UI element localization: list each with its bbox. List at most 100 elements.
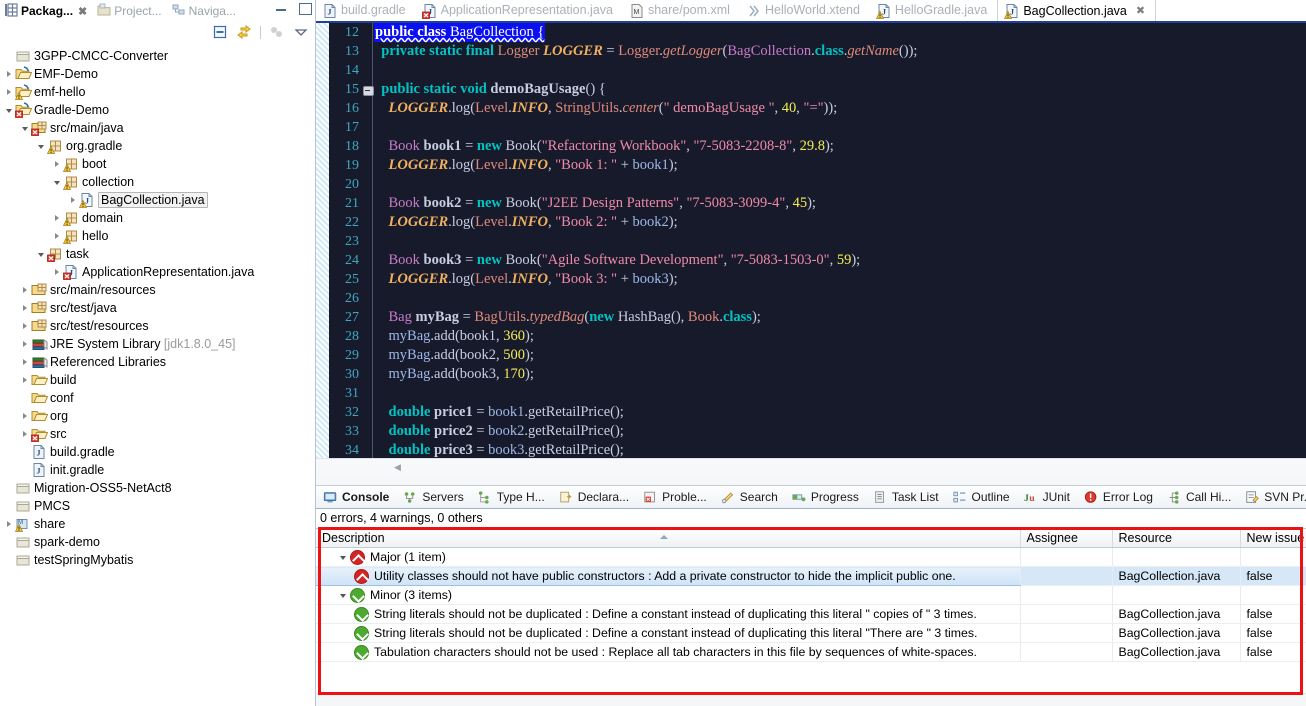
code-line[interactable] [374,289,1306,308]
tree-item[interactable]: build [0,371,315,389]
code-line[interactable]: myBag.add(book1, 360); [374,327,1306,346]
expand-arrow-closed-icon[interactable] [2,83,15,101]
tree-item[interactable]: hello [0,227,315,245]
table-row[interactable]: Utility classes should not have public c… [316,566,1306,586]
issues-table[interactable]: Description Assignee Resource New issue Maj… [316,528,1306,662]
code-editor[interactable]: 12 13 14 15 16 17 18 19 20 21 22 23 24 25 26 27 28 29 30 31… [316,23,1306,475]
tree-item[interactable]: testSpringMybatis [0,551,315,569]
tree-item[interactable]: J ApplicationRepresentation.java [0,263,315,281]
expand-arrow-closed-icon[interactable] [18,335,31,353]
code-line[interactable]: public class BagCollection { [374,23,1306,42]
expand-arrow-closed-icon[interactable] [2,515,15,533]
code-line[interactable] [374,175,1306,194]
tree-item[interactable]: src/test/java [0,299,315,317]
expand-arrow-closed-icon[interactable] [50,263,63,281]
editor-tab[interactable]: Mshare/pom.xml [623,0,740,21]
code-line[interactable] [374,61,1306,80]
tree-item[interactable]: conf [0,389,315,407]
tree-item[interactable]: EMF-Demo [0,65,315,83]
view-menu-icon[interactable] [293,24,309,40]
tree-item[interactable]: Mshare [0,515,315,533]
expand-arrow-open-icon[interactable] [18,119,31,137]
expand-arrow-closed-icon[interactable] [18,317,31,335]
editor-tab[interactable]: Jbuild.gradle [316,0,416,21]
issues-column-header[interactable]: Resource [1112,528,1241,548]
tree-item[interactable]: 3GPP-CMCC-Converter [0,47,315,65]
fold-toggle-icon[interactable] [363,80,374,99]
tree-item[interactable]: Jinit.gradle [0,461,315,479]
bottom-view-tab[interactable]: SVN Pr... [1238,486,1306,508]
expand-arrow-closed-icon[interactable] [18,425,31,443]
editor-folding-column[interactable] [363,23,374,475]
issues-table-body[interactable]: Major (1 item) Utility classes should not… [316,547,1306,662]
expand-arrow-closed-icon[interactable] [18,353,31,371]
code-line[interactable] [374,384,1306,403]
close-icon[interactable]: ✖ [1136,4,1145,17]
bottom-view-tab[interactable]: Search [714,486,785,508]
table-row[interactable]: String literals should not be duplicated… [316,604,1306,624]
issue-description-cell[interactable]: Major (1 item) [316,547,1021,567]
code-line[interactable]: LOGGER.log(Level.INFO, StringUtils.cente… [374,99,1306,118]
close-icon[interactable]: ✖ [78,5,87,18]
view-tab-navigator[interactable]: Naviga... [168,1,242,21]
expand-arrow-closed-icon[interactable] [50,155,63,173]
bottom-view-tab[interactable]: Ju JUnit [1017,486,1077,508]
code-line[interactable]: myBag.add(book3, 170); [374,365,1306,384]
issue-description-cell[interactable]: String literals should not be duplicated… [316,623,1021,643]
issue-description-cell[interactable]: Utility classes should not have public c… [316,566,1021,586]
tree-item[interactable]: Referenced Libraries [0,353,315,371]
tree-item[interactable]: boot [0,155,315,173]
bottom-view-tab[interactable]: Console [316,486,396,508]
tree-item[interactable]: Gradle-Demo [0,101,315,119]
expand-arrow-closed-icon[interactable] [18,407,31,425]
link-with-editor-icon[interactable] [236,24,252,40]
code-line[interactable] [374,232,1306,251]
issue-description-cell[interactable]: String literals should not be duplicated… [316,604,1021,624]
code-line[interactable]: myBag.add(book2, 500); [374,346,1306,365]
issues-group-row[interactable]: Minor (3 items) [316,585,1306,605]
expand-arrow-open-icon[interactable] [50,173,63,191]
expand-arrow-open-icon[interactable] [2,101,15,119]
code-line[interactable]: Book book3 = new Book("Agile Software De… [374,251,1306,270]
tree-item[interactable]: collection [0,173,315,191]
issues-group-row[interactable]: Major (1 item) [316,547,1306,567]
expand-arrow-closed-icon[interactable] [18,371,31,389]
table-row[interactable]: Tabulation characters should not be used… [316,642,1306,662]
editor-tab[interactable]: J ApplicationRepresentation.java [416,0,623,21]
expand-arrow-closed-icon[interactable] [18,299,31,317]
code-line[interactable]: LOGGER.log(Level.INFO, "Book 3: " + book… [374,270,1306,289]
issues-column-header[interactable]: New issue [1240,528,1306,548]
bottom-view-tab[interactable]: Servers [396,486,470,508]
tree-item[interactable]: org [0,407,315,425]
tree-item[interactable]: task [0,245,315,263]
scroll-left-arrow[interactable]: ◀ [394,462,404,473]
tree-item[interactable]: src/test/resources [0,317,315,335]
maximize-button[interactable] [298,2,312,15]
issues-horizontal-scrollbar[interactable] [316,693,1306,706]
expand-arrow-closed-icon[interactable] [66,191,79,209]
tree-item[interactable]: JRE System Library [jdk1.8.0_45] [0,335,315,353]
tree-item[interactable]: emf-hello [0,83,315,101]
editor-horizontal-scrollbar[interactable]: ◀ [316,458,1306,475]
issue-description-cell[interactable]: Tabulation characters should not be used… [316,642,1021,662]
minimize-button[interactable] [275,2,288,14]
code-line[interactable]: LOGGER.log(Level.INFO, "Book 1: " + book… [374,156,1306,175]
editor-tab[interactable]: HelloWorld.xtend [740,0,870,21]
code-line[interactable]: Book book2 = new Book("J2EE Design Patte… [374,194,1306,213]
tree-item[interactable]: src/main/java [0,119,315,137]
expand-arrow-closed-icon[interactable] [2,65,15,83]
editor-tab[interactable]: J BagCollection.java ✖ [997,0,1157,21]
code-line[interactable]: Bag myBag = BagUtils.typedBag(new HashBa… [374,308,1306,327]
table-row[interactable]: String literals should not be duplicated… [316,623,1306,643]
expand-arrow-closed-icon[interactable] [18,281,31,299]
tree-item[interactable]: src/main/resources [0,281,315,299]
tree-item[interactable]: org.gradle [0,137,315,155]
code-line[interactable]: public static void demoBagUsage() { [374,80,1306,99]
tree-item[interactable]: J BagCollection.java [0,191,315,209]
collapse-all-icon[interactable] [212,24,228,40]
expand-arrow-open-icon[interactable] [34,137,47,155]
tree-item[interactable]: src [0,425,315,443]
issue-description-cell[interactable]: Minor (3 items) [316,585,1021,605]
issues-column-header[interactable]: Description [316,528,1021,548]
expand-arrow-open-icon[interactable] [34,245,47,263]
